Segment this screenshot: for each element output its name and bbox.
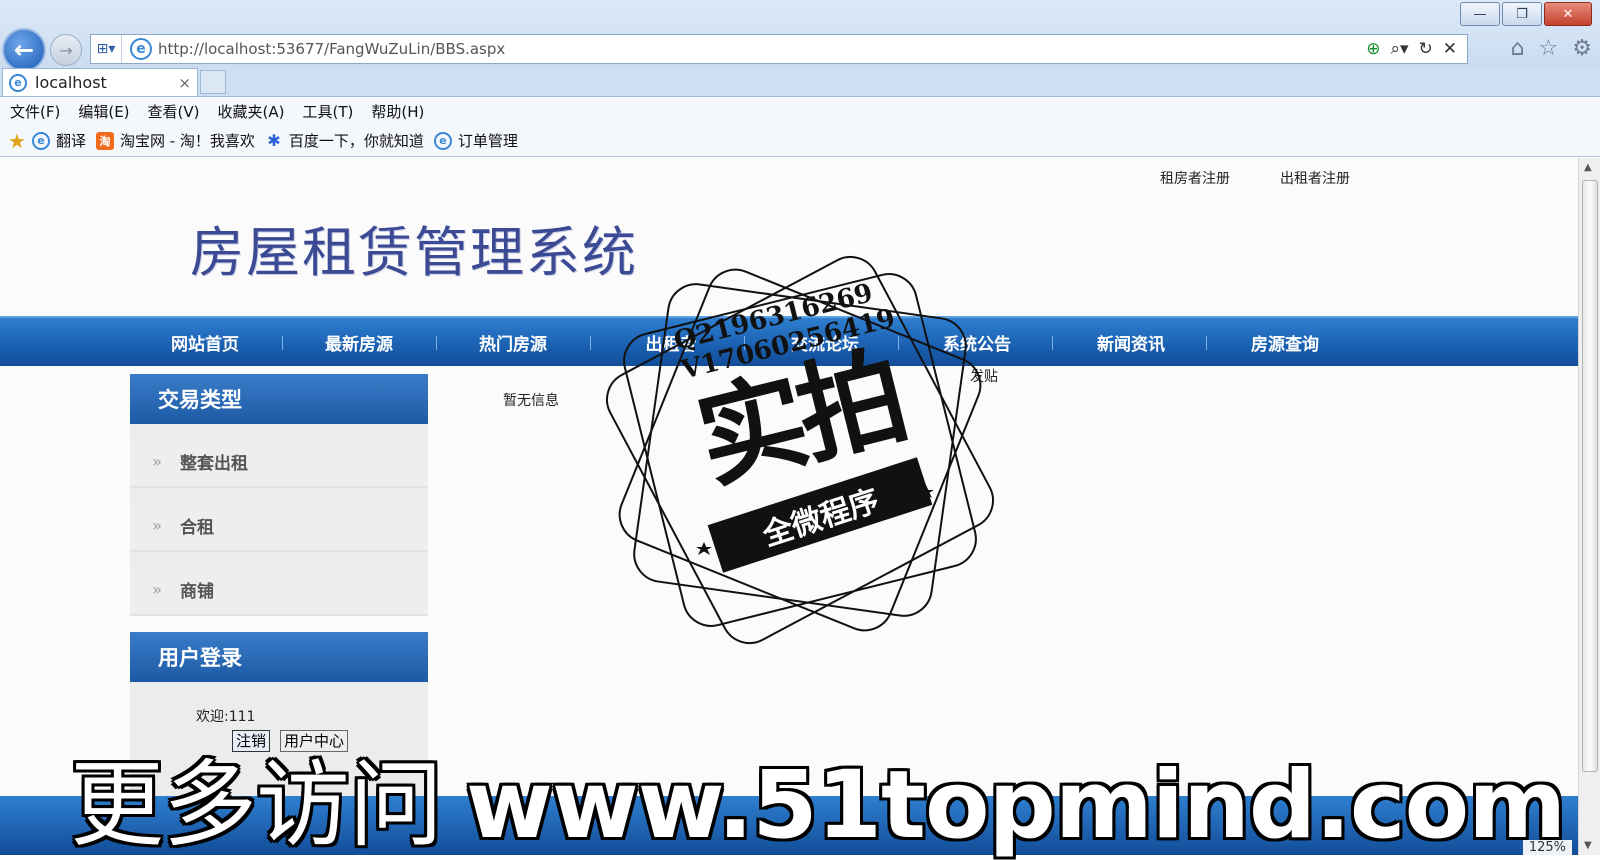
welcome-text: 欢迎:111	[196, 709, 256, 725]
settings-gear-icon[interactable]: ⚙	[1572, 36, 1592, 61]
ie-icon: e	[130, 38, 152, 60]
logout-button[interactable]: 注销	[232, 730, 271, 752]
refresh-icon[interactable]: ↻	[1419, 39, 1433, 59]
scroll-thumb[interactable]	[1582, 180, 1598, 772]
zoom-level[interactable]: 125%	[1522, 840, 1572, 855]
favorite-orders[interactable]: e 订单管理	[433, 130, 518, 151]
nav-latest[interactable]: 最新房源	[294, 330, 424, 355]
tab-close-icon[interactable]: ×	[178, 74, 191, 92]
site-title: 房屋租赁管理系统	[190, 221, 638, 284]
favorite-label: 订单管理	[457, 132, 518, 150]
menu-bar: 文件(F) 编辑(E) 查看(V) 收藏夹(A) 工具(T) 帮助(H)	[0, 97, 1600, 125]
favorites-bar: ★ e 翻译 淘 淘宝网 - 淘！我喜欢 ✱ 百度一下，你就知道 e 订单管理	[0, 125, 1600, 157]
double-chevron-icon: »	[152, 579, 162, 599]
restore-button[interactable]: ❐	[1502, 2, 1542, 26]
favorite-baidu[interactable]: ✱ 百度一下，你就知道	[265, 130, 424, 151]
trade-item-shop[interactable]: » 商铺	[130, 564, 428, 616]
trade-item-whole[interactable]: » 整套出租	[130, 436, 428, 488]
nav-separator	[1206, 336, 1207, 350]
trade-type-panel: 交易类型 » 整套出租 » 合租 » 商铺	[130, 374, 428, 616]
ie-icon: e	[433, 131, 452, 150]
nav-search[interactable]: 房源查询	[1220, 330, 1350, 355]
home-icon[interactable]: ⌂	[1511, 36, 1525, 61]
menu-favorites[interactable]: 收藏夹(A)	[218, 101, 285, 122]
nav-separator	[436, 336, 437, 350]
watermark-stamp: Q2196316269 V17060256419 实拍 全微程序	[600, 250, 1000, 650]
vertical-scrollbar[interactable]: ▲ ▼	[1578, 158, 1600, 855]
nav-news[interactable]: 新闻资讯	[1066, 330, 1196, 355]
trade-item-label: 整套出租	[180, 453, 248, 474]
favorite-label: 淘宝网 - 淘！我喜欢	[119, 132, 255, 150]
ie-tab-icon: e	[9, 73, 27, 92]
no-info-text: 暂无信息	[503, 393, 559, 409]
trade-item-shared[interactable]: » 合租	[130, 500, 428, 552]
trade-item-label: 合租	[180, 517, 214, 538]
trade-type-title: 交易类型	[130, 374, 428, 424]
url-text[interactable]: http://localhost:53677/FangWuZuLin/BBS.a…	[158, 40, 1366, 58]
favorites-star-icon[interactable]: ☆	[1539, 36, 1559, 61]
arrow-left-icon: ←	[13, 36, 35, 64]
tab-strip: e localhost ×	[0, 68, 1600, 97]
ie-icon: e	[31, 131, 50, 150]
menu-file[interactable]: 文件(F)	[10, 101, 60, 122]
favorite-label: 翻译	[55, 132, 86, 150]
nav-separator	[1052, 336, 1053, 350]
menu-edit[interactable]: 编辑(E)	[78, 101, 129, 122]
favorite-label: 百度一下，你就知道	[288, 132, 424, 150]
nav-hot[interactable]: 热门房源	[448, 330, 578, 355]
baidu-paw-icon: ✱	[267, 131, 281, 150]
banner-chinese: 更多访问	[70, 751, 443, 860]
nav-separator	[282, 336, 283, 350]
taobao-icon: 淘	[95, 131, 114, 150]
tab-localhost[interactable]: e localhost ×	[2, 68, 198, 96]
arrow-right-icon: →	[59, 40, 73, 60]
double-chevron-icon: »	[152, 451, 162, 471]
double-chevron-icon: »	[152, 515, 162, 535]
menu-tools[interactable]: 工具(T)	[302, 101, 353, 122]
register-landlord-link[interactable]: 出租者注册	[1280, 168, 1350, 188]
trade-item-label: 商铺	[180, 581, 214, 602]
tab-title: localhost	[35, 73, 107, 92]
promo-banner: 更多访问 www.51topmind.com	[70, 756, 1566, 856]
favorites-star-icon[interactable]: ★	[8, 129, 26, 153]
favorite-taobao[interactable]: 淘 淘宝网 - 淘！我喜欢	[95, 130, 255, 151]
scroll-down-icon[interactable]: ▼	[1584, 840, 1592, 851]
scroll-up-icon[interactable]: ▲	[1584, 162, 1592, 173]
browser-chrome: — ❐ ✕ ← → ⊞▾ e http://localhost:53677/Fa…	[0, 0, 1600, 72]
banner-url: www.51topmind.com	[466, 751, 1566, 860]
search-icon[interactable]: ⌕▾	[1390, 39, 1408, 59]
addon-icon[interactable]: ⊕	[1366, 39, 1380, 59]
new-tab-button[interactable]	[200, 70, 226, 94]
menu-view[interactable]: 查看(V)	[148, 101, 200, 122]
forward-button[interactable]: →	[50, 34, 82, 66]
address-bar[interactable]: ⊞▾ e http://localhost:53677/FangWuZuLin/…	[90, 34, 1468, 64]
login-title: 用户登录	[130, 632, 428, 682]
back-button[interactable]: ←	[2, 28, 46, 72]
window-controls: — ❐ ✕	[1460, 2, 1592, 26]
compatibility-view-icon[interactable]: ⊞▾	[91, 35, 122, 63]
user-center-button[interactable]: 用户中心	[280, 730, 349, 752]
close-window-button[interactable]: ✕	[1544, 2, 1592, 26]
menu-help[interactable]: 帮助(H)	[371, 101, 424, 122]
stop-icon[interactable]: ✕	[1443, 39, 1457, 59]
register-tenant-link[interactable]: 租房者注册	[1160, 168, 1230, 188]
nav-separator	[590, 336, 591, 350]
minimize-button[interactable]: —	[1460, 2, 1500, 26]
nav-home[interactable]: 网站首页	[140, 330, 270, 355]
favorite-translate[interactable]: e 翻译	[31, 130, 86, 151]
